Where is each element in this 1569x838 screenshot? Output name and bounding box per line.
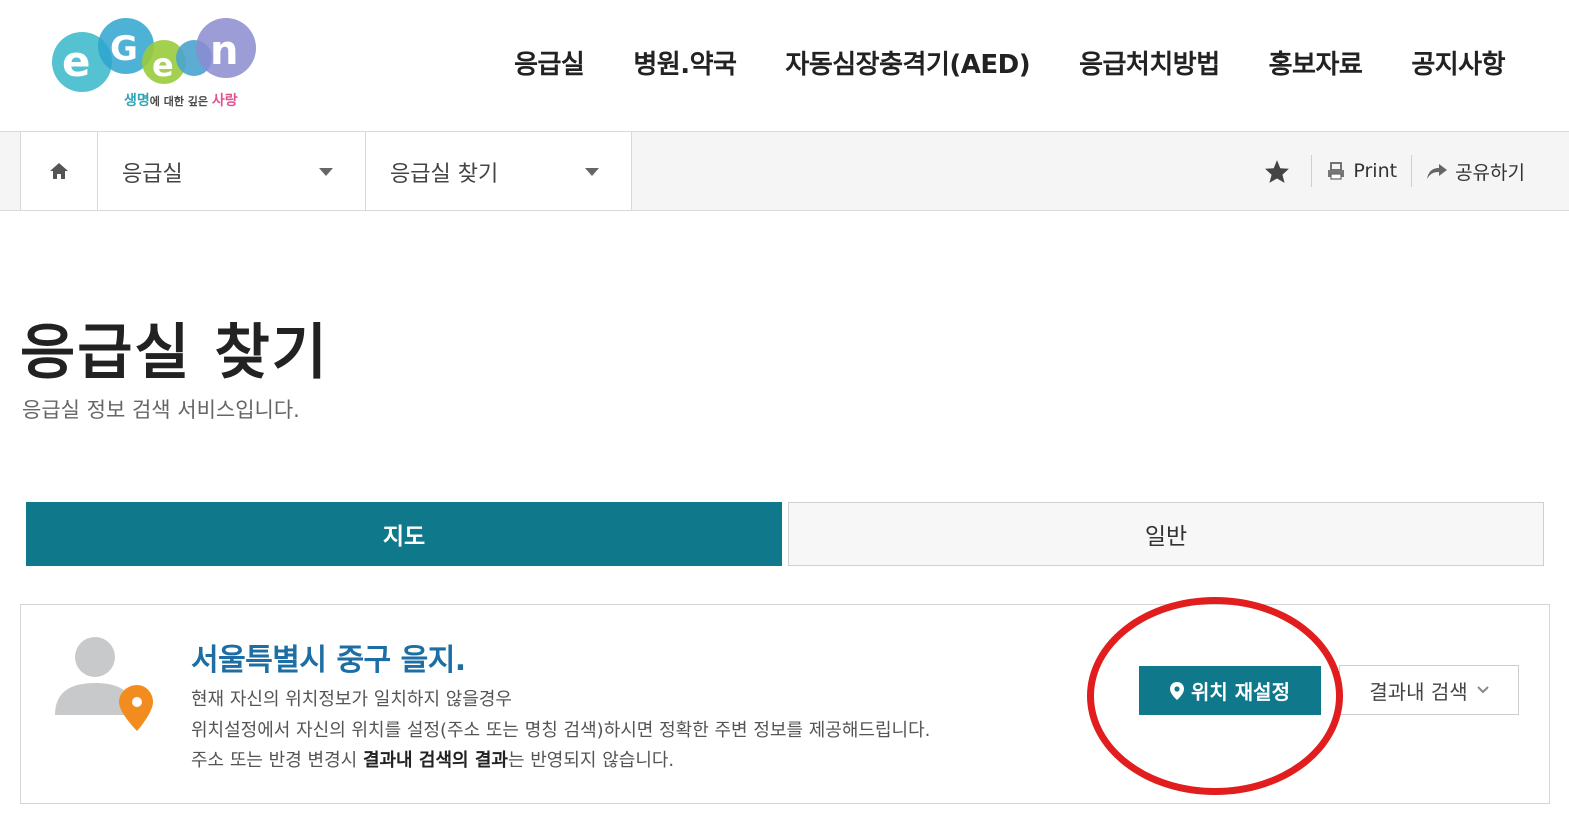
breadcrumb-depth1-dropdown[interactable]: 응급실 bbox=[98, 132, 366, 210]
nav-item-emergency-room[interactable]: 응급실 bbox=[514, 44, 585, 81]
svg-text:e: e bbox=[62, 37, 91, 86]
print-button[interactable]: Print bbox=[1312, 155, 1411, 187]
share-label: 공유하기 bbox=[1455, 161, 1525, 184]
home-icon bbox=[50, 163, 68, 179]
chevron-down-icon bbox=[319, 168, 333, 176]
breadcrumb: 응급실 응급실 찾기 Print 공유하기 bbox=[0, 131, 1569, 211]
location-notice-line3: 주소 또는 반경 변경시 결과내 검색의 결과는 반영되지 않습니다. bbox=[191, 746, 674, 772]
tab-map[interactable]: 지도 bbox=[26, 502, 782, 566]
logo-tagline-part1: 생명 bbox=[124, 93, 150, 109]
share-icon bbox=[1427, 164, 1448, 179]
site-logo[interactable]: e G e n 생명에 대한 깊은 사랑 bbox=[46, 12, 266, 117]
bookmark-button[interactable] bbox=[1250, 155, 1311, 187]
star-icon bbox=[1265, 159, 1290, 183]
page-description: 응급실 정보 검색 서비스입니다. bbox=[22, 398, 300, 422]
logo-tagline-part2: 에 대한 깊은 bbox=[149, 95, 212, 108]
breadcrumb-depth2-dropdown[interactable]: 응급실 찾기 bbox=[366, 132, 632, 210]
logo-mark-icon: e G e n bbox=[52, 18, 256, 92]
reset-location-label: 위치 재설정 bbox=[1191, 680, 1290, 704]
nav-item-first-aid[interactable]: 응급처치방법 bbox=[1079, 44, 1220, 81]
breadcrumb-depth2-label: 응급실 찾기 bbox=[390, 162, 499, 187]
utility-links: Print 공유하기 bbox=[1250, 152, 1539, 190]
current-location-text: 서울특별시 중구 을지. bbox=[191, 643, 466, 678]
print-icon bbox=[1328, 162, 1345, 180]
notice-line3-suffix: 는 반영되지 않습니다. bbox=[507, 750, 675, 771]
breadcrumb-depth1-label: 응급실 bbox=[122, 162, 183, 187]
nav-item-promotion[interactable]: 홍보자료 bbox=[1269, 44, 1363, 81]
nav-item-aed[interactable]: 자동심장충격기(AED) bbox=[785, 44, 1030, 81]
notice-line3-bold: 결과내 검색의 결과 bbox=[362, 750, 508, 771]
site-header: e G e n 생명에 대한 깊은 사랑 응급실 병원.약국 자동심장충격기(A… bbox=[0, 0, 1569, 132]
tab-general[interactable]: 일반 bbox=[788, 502, 1544, 566]
notice-line3-prefix: 주소 또는 반경 변경시 bbox=[191, 750, 363, 771]
svg-text:e: e bbox=[152, 46, 174, 84]
svg-text:n: n bbox=[210, 28, 238, 74]
print-label: Print bbox=[1353, 160, 1398, 182]
search-in-results-button[interactable]: 결과내 검색 bbox=[1339, 665, 1519, 715]
chevron-down-icon bbox=[585, 168, 599, 176]
share-button[interactable]: 공유하기 bbox=[1412, 155, 1539, 187]
location-notice-line1: 현재 자신의 위치정보가 일치하지 않을경우 bbox=[191, 689, 512, 710]
location-info-panel: 서울특별시 중구 을지. 현재 자신의 위치정보가 일치하지 않을경우 위치설정… bbox=[20, 604, 1550, 804]
user-location-icon bbox=[55, 637, 153, 731]
svg-text:G: G bbox=[110, 29, 138, 69]
logo-tagline: 생명에 대한 깊은 사랑 bbox=[124, 90, 238, 110]
map-pin-icon bbox=[1170, 681, 1185, 700]
home-button[interactable] bbox=[20, 132, 98, 210]
nav-item-notice[interactable]: 공지사항 bbox=[1411, 44, 1505, 81]
reset-location-button[interactable]: 위치 재설정 bbox=[1139, 666, 1321, 715]
logo-tagline-part3: 사랑 bbox=[211, 93, 238, 109]
main-nav: 응급실 병원.약국 자동심장충격기(AED) 응급처치방법 홍보자료 공지사항 bbox=[465, 40, 1505, 84]
nav-item-hospital-pharmacy[interactable]: 병원.약국 bbox=[633, 44, 737, 81]
chevron-down-icon bbox=[1476, 686, 1489, 694]
search-in-results-label: 결과내 검색 bbox=[1369, 679, 1468, 704]
location-notice-line2: 위치설정에서 자신의 위치를 설정(주소 또는 명칭 검색)하시면 정확한 주변… bbox=[191, 720, 931, 741]
page-title: 응급실 찾기 bbox=[20, 318, 329, 388]
